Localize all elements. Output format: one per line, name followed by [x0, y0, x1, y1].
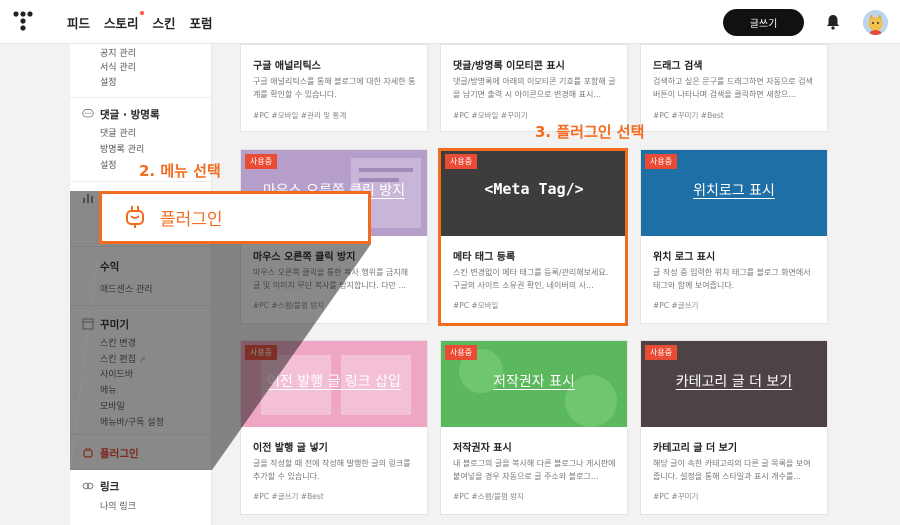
sidebar-section-decorate[interactable]: 꾸미기 — [100, 317, 129, 332]
card-thumbnail: 사용중 저작권자 표시 — [441, 341, 627, 427]
comment-icon — [82, 109, 94, 118]
card-title: 이전 발행 글 넣기 — [253, 443, 328, 454]
card-title: 카테고리 글 더 보기 — [653, 443, 738, 454]
thumb-title: 저작권자 표시 — [493, 374, 575, 390]
new-dot-icon — [139, 11, 144, 15]
thumb-title: 위치로그 표시 — [693, 183, 775, 199]
in-use-badge: 사용중 — [645, 154, 678, 169]
card-title: 댓글/방명록 이모티콘 표시 — [453, 61, 565, 72]
card-title: 드래그 검색 — [653, 61, 703, 72]
card-thumbnail: 사용중 카테고리 글 더 보기 — [641, 341, 827, 427]
plugin-callout-label: 플러그인 — [160, 210, 223, 230]
sidebar-item-skin-edit-label: 스킨 편집 — [100, 355, 136, 365]
divider — [70, 181, 212, 182]
card-desc: 구글 애널리틱스를 통해 블로그에 대한 자세한 통계를 확인할 수 있습니다. — [253, 77, 416, 99]
divider — [70, 246, 212, 247]
divider — [70, 305, 212, 306]
card-title: 구글 애널리틱스 — [253, 61, 321, 72]
main-nav: 피드 스토리 스킨 포럼 — [67, 11, 213, 32]
step2-annotation: 2. 메뉴 선택 — [139, 162, 221, 180]
sidebar-item-skin-edit[interactable]: 스킨 편집 ↗ — [100, 352, 146, 365]
avatar-character-icon — [863, 10, 888, 35]
divider — [70, 97, 212, 98]
sidebar-item-notice[interactable]: 공지 관리 — [100, 46, 136, 59]
sidebar-section-comment[interactable]: 댓글 · 방명록 — [100, 107, 160, 122]
card-tags: #PC #모바일 #꾸미기 — [453, 111, 528, 120]
sidebar-item-menubar[interactable]: 메뉴바/구독 설정 — [100, 415, 164, 428]
sidebar-item-template[interactable]: 서식 관리 — [100, 60, 136, 73]
chart-icon — [83, 194, 93, 203]
plugin-card-drag-search[interactable]: 드래그 검색 검색하고 싶은 문구를 드래그하면 자동으로 검색 버튼이 나타나… — [640, 44, 828, 132]
bell-icon[interactable] — [826, 14, 840, 30]
plugin-card-prev-post[interactable]: 사용중 이전 발행 글 링크 삽입 이전 발행 글 넣기 글을 작성할 때 전에… — [240, 340, 428, 515]
decorate-icon — [82, 318, 94, 330]
card-tags: #PC #글쓰기 — [653, 301, 699, 310]
avatar[interactable] — [863, 10, 888, 35]
thumb-title: 이전 발행 글 링크 삽입 — [267, 374, 401, 390]
in-use-badge: 사용중 — [245, 154, 278, 169]
card-title: 위치 로그 표시 — [653, 252, 716, 263]
card-title: 저작권자 표시 — [453, 443, 512, 454]
plugin-card-location-log[interactable]: 사용중 위치로그 표시 위치 로그 표시 글 작성 중 입력한 위치 태그를 블… — [640, 149, 828, 324]
sidebar-section-plugin[interactable]: 플러그인 — [100, 446, 139, 461]
plugin-card-emoticon[interactable]: 댓글/방명록 이모티콘 표시 댓글/방명록에 아래의 이모티콘 기호를 포함해 … — [440, 44, 628, 132]
step3-annotation: 3. 플러그인 선택 — [535, 123, 645, 141]
plugin-card-category-more[interactable]: 사용중 카테고리 글 더 보기 카테고리 글 더 보기 해당 글이 속한 카테고… — [640, 340, 828, 515]
plugin-menu-callout: 플러그인 — [99, 191, 371, 244]
card-tags: #PC #꾸미기 #Best — [653, 111, 724, 120]
divider — [70, 469, 212, 470]
sidebar-item-skin-change[interactable]: 스킨 변경 — [100, 336, 136, 349]
write-button[interactable]: 글쓰기 — [723, 9, 804, 36]
card-thumbnail: 사용중 이전 발행 글 링크 삽입 — [241, 341, 427, 427]
nav-forum[interactable]: 포럼 — [190, 13, 213, 32]
nav-feed[interactable]: 피드 — [67, 13, 90, 32]
card-desc: 내 블로그의 글을 복사해 다른 블로그나 게시판에 붙여넣을 경우 자동으로 … — [453, 459, 616, 481]
card-desc: 글을 작성할 때 전에 작성해 발행한 글의 링크를 추가할 수 있습니다. — [253, 459, 411, 481]
sidebar-item-mobile[interactable]: 모바일 — [100, 399, 125, 412]
in-use-badge: 사용중 — [445, 345, 478, 360]
in-use-badge: 사용중 — [645, 345, 678, 360]
sidebar-item-settings[interactable]: 설정 — [100, 75, 117, 88]
sidebar-section-revenue[interactable]: 수익 — [100, 259, 119, 274]
sidebar-section-link[interactable]: 링크 — [100, 479, 119, 494]
card-desc: 댓글/방명록에 아래의 이모티콘 기호를 포함해 글을 남기면 출력 시 아이콘… — [453, 77, 616, 99]
card-thumbnail: 사용중 위치로그 표시 — [641, 150, 827, 236]
top-header: 피드 스토리 스킨 포럼 글쓰기 — [0, 0, 900, 44]
plugin-icon — [83, 448, 93, 458]
nav-story[interactable]: 스토리 — [104, 11, 144, 32]
meta-tag-highlight-box — [438, 148, 628, 326]
card-tags: #PC #스팸/불펌 방지 — [253, 301, 325, 310]
card-tags: #PC #스팸/불펌 방지 — [453, 492, 525, 501]
nav-skin[interactable]: 스킨 — [153, 13, 176, 32]
card-tags: #PC #꾸미기 — [653, 492, 699, 501]
plugin-card-copyright[interactable]: 사용중 저작권자 표시 저작권자 표시 내 블로그의 글을 복사해 다른 블로그… — [440, 340, 628, 515]
sidebar-item-comments[interactable]: 댓글 관리 — [100, 126, 136, 139]
external-link-icon: ↗ — [138, 355, 146, 364]
card-desc: 마우스 오른쪽 클릭을 통한 복사 행위를 금지해 글 및 이미지 무단 복사를… — [253, 268, 409, 290]
sidebar-item-sidebar[interactable]: 사이드바 — [100, 367, 133, 380]
thumb-title: 카테고리 글 더 보기 — [675, 374, 793, 390]
card-desc: 검색하고 싶은 문구를 드래그하면 자동으로 검색 버튼이 나타나며 검색을 클… — [653, 77, 813, 99]
sidebar-item-menu[interactable]: 메뉴 — [100, 383, 117, 396]
sidebar-item-comment-settings[interactable]: 설정 — [100, 158, 117, 171]
in-use-badge: 사용중 — [245, 345, 278, 360]
sidebar-item-adsense[interactable]: 애드센스 관리 — [100, 282, 153, 295]
sidebar-item-guestbook[interactable]: 방명록 관리 — [100, 142, 144, 155]
link-icon — [82, 482, 94, 490]
nav-story-label: 스토리 — [104, 16, 139, 31]
sidebar: 공지 관리 서식 관리 설정 댓글 · 방명록 댓글 관리 방명록 관리 설정 … — [70, 44, 212, 525]
plugin-card-google-analytics[interactable]: 구글 애널리틱스 구글 애널리틱스를 통해 블로그에 대한 자세한 통계를 확인… — [240, 44, 428, 132]
sidebar-item-my-link[interactable]: 나의 링크 — [100, 499, 136, 512]
card-desc: 글 작성 중 입력한 위치 태그를 블로그 화면에서 태그와 함께 보여줍니다. — [653, 268, 811, 290]
card-desc: 해당 글이 속한 카테고리의 다른 글 목록을 보여줍니다. 설정을 통해 스타… — [653, 459, 811, 481]
plugin-icon — [126, 206, 144, 228]
card-tags: #PC #글쓰기 #Best — [253, 492, 324, 501]
card-tags: #PC #모바일 #관리 및 통계 — [253, 111, 347, 120]
tistory-logo-icon[interactable] — [12, 10, 34, 32]
divider — [70, 434, 212, 435]
card-title: 마우스 오른쪽 클릭 방지 — [253, 252, 356, 263]
